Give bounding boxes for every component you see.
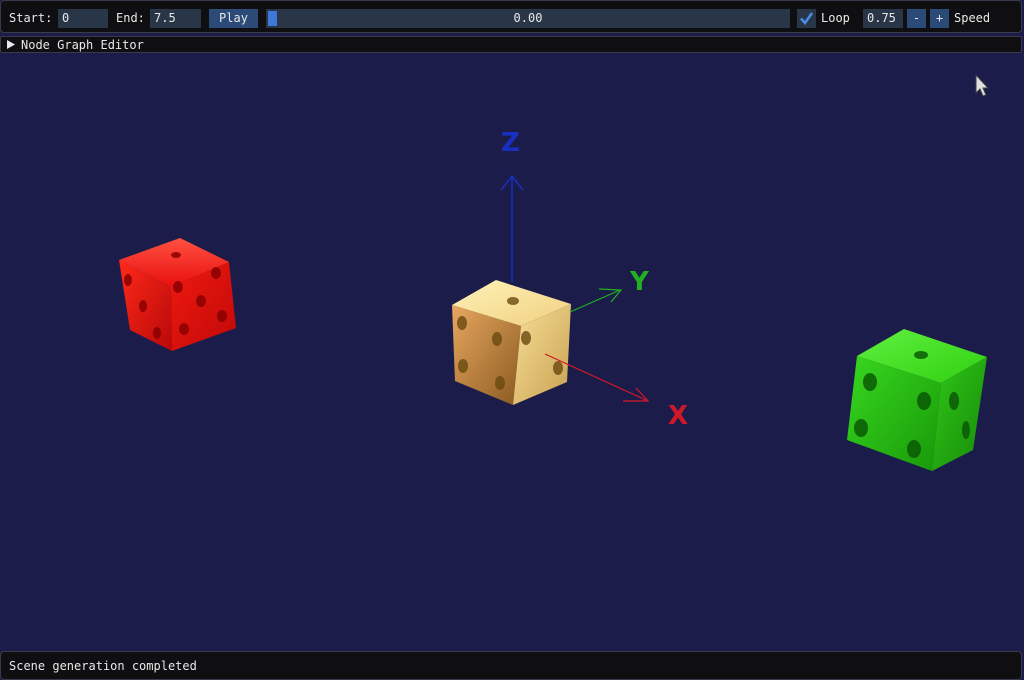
speed-increase-button[interactable]: +	[930, 9, 949, 28]
status-message: Scene generation completed	[9, 659, 197, 673]
start-input[interactable]: 0	[58, 9, 108, 28]
node-graph-editor-title: Node Graph Editor	[21, 38, 144, 52]
speed-label: Speed	[954, 11, 991, 25]
timeline-value: 0.00	[513, 11, 543, 25]
start-label: Start:	[9, 11, 53, 25]
3d-viewport[interactable]: Z Y X	[0, 54, 1024, 650]
node-graph-editor-header[interactable]: Node Graph Editor	[0, 36, 1022, 53]
timeline-slider[interactable]: 0.00	[266, 9, 790, 28]
end-input[interactable]: 7.5	[150, 9, 201, 28]
checkmark-icon	[800, 12, 814, 26]
mouse-cursor-icon	[975, 73, 990, 97]
expand-arrow-icon[interactable]	[6, 39, 16, 50]
play-button[interactable]: Play	[209, 9, 258, 28]
animation-toolbar: Start: 0 End: 7.5 Play 0.00 Loop 0.75 - …	[0, 0, 1022, 33]
red-die[interactable]	[119, 238, 236, 351]
cream-die[interactable]	[452, 280, 571, 405]
z-axis-label: Z	[501, 128, 520, 158]
loop-checkbox[interactable]	[797, 9, 816, 28]
scene-canvas[interactable]: Z Y X	[0, 54, 1024, 650]
speed-decrease-button[interactable]: -	[907, 9, 926, 28]
speed-input[interactable]: 0.75	[863, 9, 903, 28]
x-axis-label: X	[668, 401, 688, 431]
green-die[interactable]	[847, 329, 987, 471]
status-bar: Scene generation completed	[0, 651, 1022, 680]
y-axis-label: Y	[629, 267, 650, 297]
loop-label: Loop	[821, 11, 850, 25]
end-label: End:	[116, 11, 145, 25]
